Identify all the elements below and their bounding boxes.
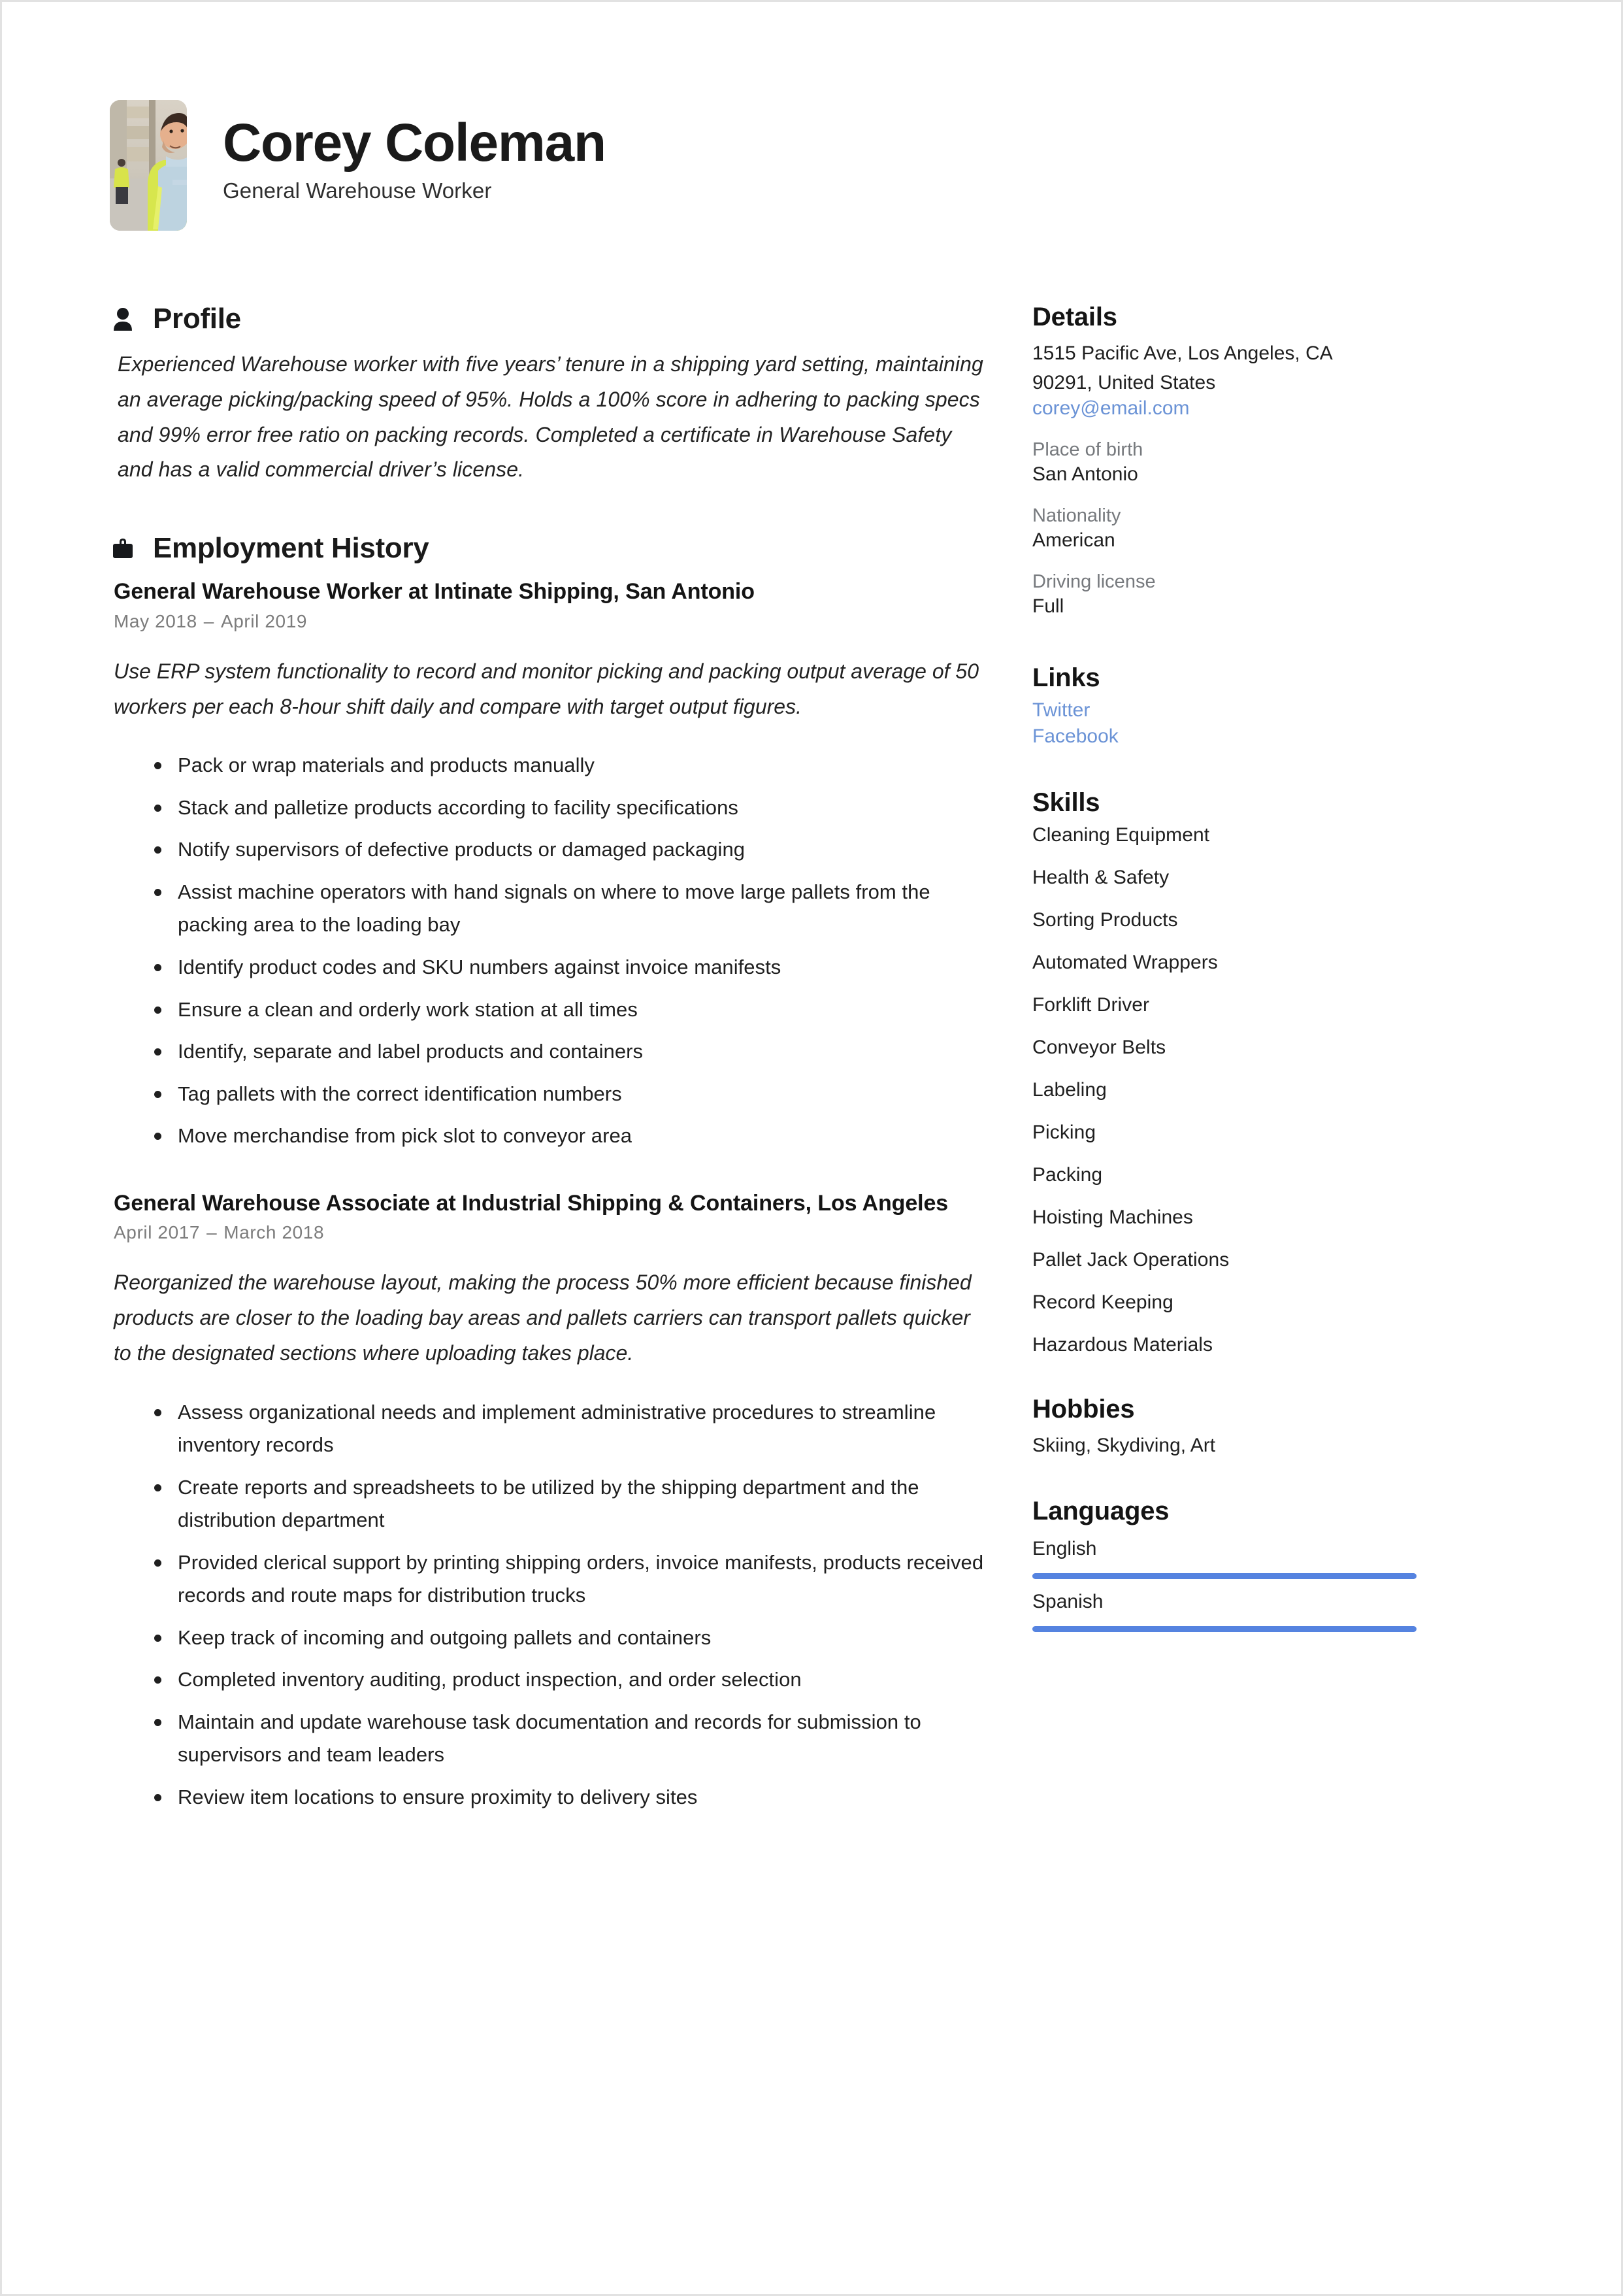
list-item: Provided clerical support by printing sh… [150,1546,985,1612]
language-name: Spanish [1032,1591,1104,1612]
list-item: Tag pallets with the correct identificat… [150,1078,985,1111]
identity-block: Corey Coleman General Warehouse Worker [223,100,606,203]
list-item: Assess organizational needs and implemen… [150,1396,985,1462]
list-item: Ensure a clean and orderly work station … [150,993,985,1027]
detail-value-driving-license: Full [1032,595,1064,617]
list-item: Keep track of incoming and outgoing pall… [150,1622,985,1655]
skill-item: Forklift Driver [1032,994,1150,1016]
skill-item: Record Keeping [1032,1291,1173,1313]
list-item: Assist machine operators with hand signa… [150,876,985,942]
detail-label-driving-license: Driving license [1032,571,1156,592]
profile-heading-row: Profile [110,303,985,335]
skill-item: Sorting Products [1032,909,1178,931]
job-date-dash: – [203,610,214,631]
sidebar-section-links: Links Twitter Facebook [1032,663,1417,748]
main-column: Profile Experienced Warehouse worker wit… [110,303,1025,1858]
resume-body: Profile Experienced Warehouse worker wit… [110,303,1513,1858]
language-item: Spanish [1032,1591,1417,1632]
list-item: Create reports and spreadsheets to be ut… [150,1471,985,1537]
sidebar-heading-skills: Skills [1032,788,1100,817]
list-item: Review item locations to ensure proximit… [150,1781,985,1814]
section-title-employment: Employment History [153,532,429,564]
job-start-date: May 2018 [114,610,197,631]
profile-photo [110,100,187,231]
sidebar-heading-languages: Languages [1032,1497,1170,1525]
list-item: Pack or wrap materials and products manu… [150,749,985,782]
job-dates: May 2018– April 2019 [110,611,985,632]
section-employment: Employment History General Warehouse Wor… [110,532,985,1814]
language-name: English [1032,1538,1097,1559]
detail-label-place-of-birth: Place of birth [1032,439,1143,460]
skill-item: Packing [1032,1164,1103,1186]
employment-entry: General Warehouse Associate at Industria… [110,1188,985,1814]
list-item: Completed inventory auditing, product in… [150,1663,985,1697]
language-level-fill [1032,1573,1417,1579]
resume-sheet: Corey Coleman General Warehouse Worker P… [2,2,1621,2294]
list-item: Move merchandise from pick slot to conve… [150,1120,985,1153]
resume-header: Corey Coleman General Warehouse Worker [110,100,1513,231]
employment-heading-row: Employment History [110,532,985,565]
job-role-subtitle: General Warehouse Worker [223,178,492,203]
briefcase-icon [110,534,136,563]
profile-summary-text: Experienced Warehouse worker with five y… [118,352,983,482]
list-item: Identify product codes and SKU numbers a… [150,951,985,984]
language-item: English [1032,1538,1417,1579]
job-bullet-list: Pack or wrap materials and products manu… [110,749,985,1152]
person-icon [110,305,136,333]
address-line-2: 90291, United States [1032,372,1216,393]
job-end-date: March 2018 [223,1222,325,1243]
page-title: Corey Coleman [223,113,606,173]
job-date-dash: – [206,1222,218,1243]
detail-value-nationality: American [1032,529,1115,551]
sidebar-section-hobbies: Hobbies Skiing, Skydiving, Art [1032,1395,1417,1460]
language-level-track [1032,1626,1417,1632]
list-item: Maintain and update warehouse task docum… [150,1706,985,1772]
skill-item: Hoisting Machines [1032,1206,1193,1228]
sidebar-heading-details: Details [1032,303,1117,331]
job-description: Use ERP system functionality to record a… [114,659,979,718]
sidebar-section-details: Details 1515 Pacific Ave, Los Angeles, C… [1032,303,1417,618]
skill-item: Labeling [1032,1079,1107,1101]
language-level-fill [1032,1626,1417,1632]
skill-item: Automated Wrappers [1032,952,1218,973]
skill-item: Conveyor Belts [1032,1037,1166,1058]
list-item: Identify, separate and label products an… [150,1035,985,1069]
skill-item: Cleaning Equipment [1032,824,1210,846]
list-item: Stack and palletize products according t… [150,791,985,825]
skill-item: Picking [1032,1122,1096,1143]
job-dates: April 2017– March 2018 [110,1222,985,1243]
language-level-track [1032,1573,1417,1579]
job-title: General Warehouse Associate at Industria… [114,1190,949,1216]
detail-value-place-of-birth: San Antonio [1032,463,1138,485]
section-title-profile: Profile [153,303,241,335]
sidebar-section-skills: Skills Cleaning Equipment Health & Safet… [1032,788,1417,1356]
detail-label-nationality: Nationality [1032,505,1121,526]
sidebar-heading-links: Links [1032,663,1100,692]
resume-page: Corey Coleman General Warehouse Worker P… [0,0,1623,2296]
job-end-date: April 2019 [220,610,308,631]
section-profile: Profile Experienced Warehouse worker wit… [110,303,985,488]
job-bullet-list: Assess organizational needs and implemen… [110,1396,985,1814]
email-link[interactable]: corey@email.com [1032,397,1417,420]
link-facebook[interactable]: Facebook [1032,725,1417,748]
address-line-1: 1515 Pacific Ave, Los Angeles, CA [1032,342,1333,364]
sidebar-column: Details 1515 Pacific Ave, Los Angeles, C… [1025,303,1417,1632]
sidebar-heading-hobbies: Hobbies [1032,1395,1135,1423]
job-description: Reorganized the warehouse layout, making… [114,1271,972,1365]
list-item: Notify supervisors of defective products… [150,833,985,867]
skill-item: Hazardous Materials [1032,1334,1213,1356]
job-start-date: April 2017 [114,1222,201,1243]
skill-item: Pallet Jack Operations [1032,1249,1230,1271]
job-title: General Warehouse Worker at Intinate Shi… [114,579,755,604]
skill-item: Health & Safety [1032,867,1170,888]
employment-entry: General Warehouse Worker at Intinate Shi… [110,576,985,1153]
sidebar-section-languages: Languages English Spanish [1032,1497,1417,1632]
link-twitter[interactable]: Twitter [1032,699,1417,722]
hobbies-text: Skiing, Skydiving, Art [1032,1435,1216,1456]
